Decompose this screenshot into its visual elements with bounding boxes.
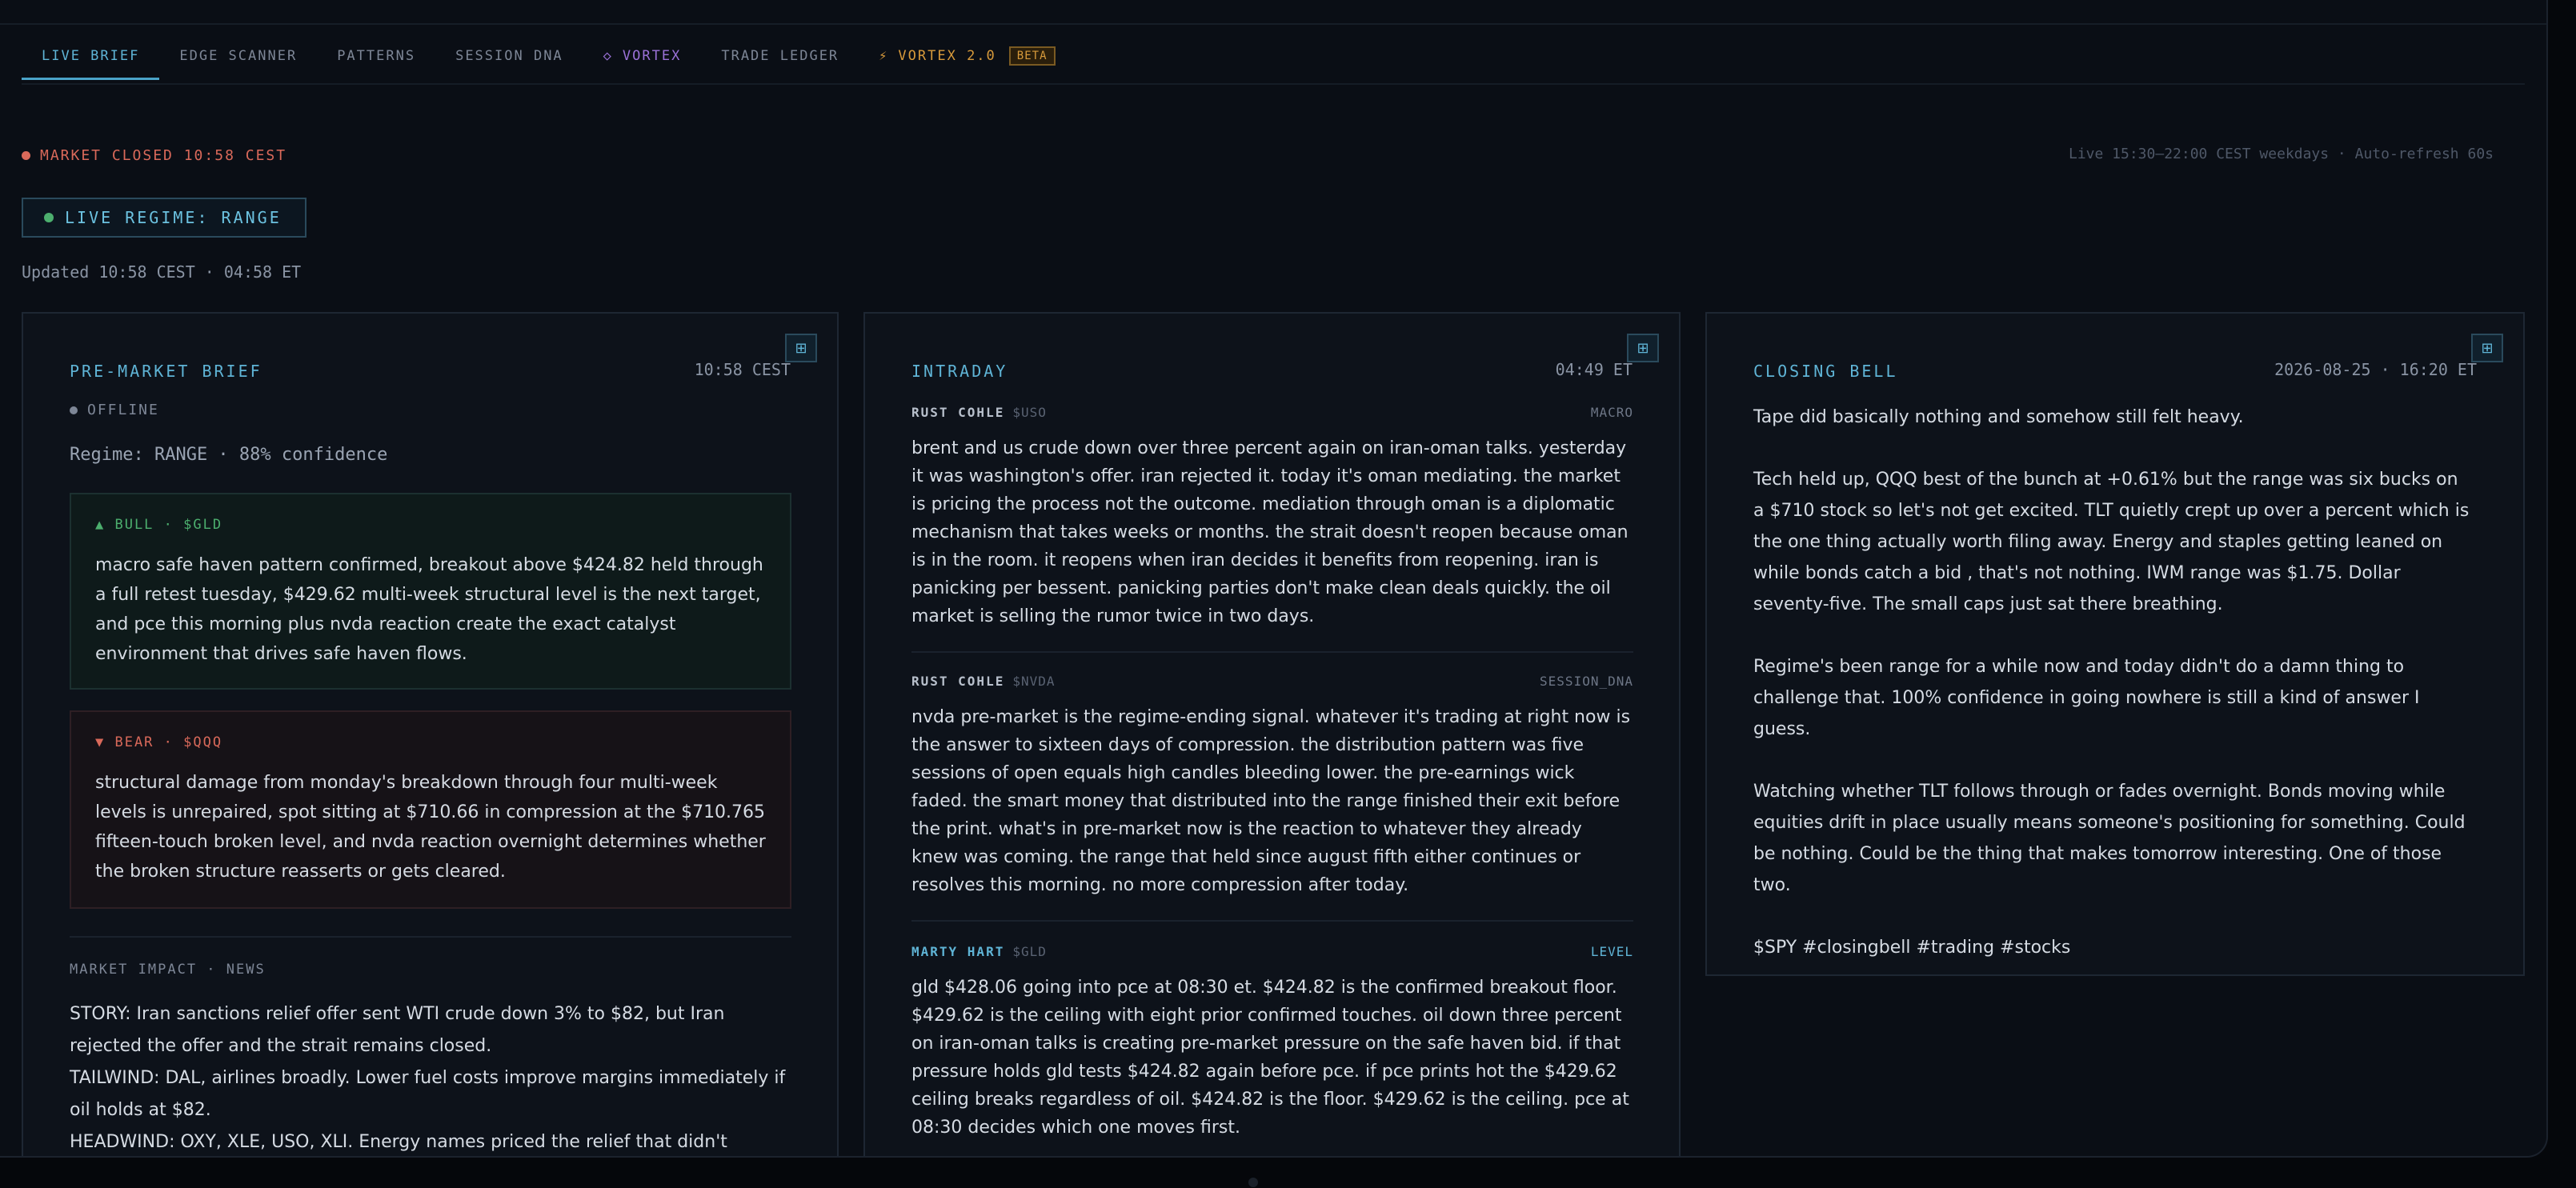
tab-session-dna[interactable]: SESSION DNA <box>435 32 583 80</box>
expand-icon: ⊞ <box>1637 339 1649 357</box>
bull-text: macro safe haven pattern confirmed, brea… <box>95 555 763 664</box>
intraday-card: ⊞ INTRADAY 04:49 ET RUST COHLE $USO MACRO… <box>863 312 1681 1156</box>
divider <box>911 651 1633 653</box>
premarket-card: ⊞ PRE-MARKET BRIEF 10:58 CEST OFFLINE Re… <box>22 312 839 1156</box>
tab-live-brief[interactable]: LIVE BRIEF <box>22 32 160 80</box>
regime-badge-text: LIVE REGIME: RANGE <box>65 208 282 227</box>
post-text: gld $428.06 going into pce at 08:30 et. … <box>911 978 1629 1138</box>
expand-button[interactable]: ⊞ <box>1627 334 1659 362</box>
tab-label: SESSION DNA <box>455 48 563 64</box>
tab-label: LIVE BRIEF <box>42 48 140 64</box>
regime-confidence: Regime: RANGE · 88% confidence <box>70 445 388 465</box>
tab-trade-ledger[interactable]: TRADE LEDGER <box>701 32 859 80</box>
app-window: LIVE BRIEF EDGE SCANNER PATTERNS SESSION… <box>0 0 2548 1158</box>
divider <box>70 936 791 938</box>
post-tag: LEVEL <box>1590 944 1633 959</box>
closing-text: Tape did basically nothing and somehow s… <box>1753 402 2474 994</box>
expand-button[interactable]: ⊞ <box>2471 334 2503 362</box>
post-tag: SESSION_DNA <box>1540 674 1633 689</box>
tab-vortex-2[interactable]: ⚡ VORTEX 2.0 BETA <box>859 32 1075 80</box>
diamond-icon: ◇ <box>603 48 613 64</box>
live-hours: Live 15:30–22:00 CEST weekdays · Auto-re… <box>2068 146 2494 162</box>
post-author: MARTY HART <box>911 944 1005 959</box>
impact-list: STORY: Iran sanctions relief offer sent … <box>70 998 791 1156</box>
post-header: MARTY HART $GLD LEVEL <box>911 944 1633 959</box>
post-ticker: $USO <box>1012 405 1047 420</box>
impact-tailwind: TAILWIND: DAL, airlines broadly. Lower f… <box>70 1068 786 1120</box>
post-ticker: $NVDA <box>1012 674 1056 689</box>
beta-badge: BETA <box>1008 46 1056 66</box>
tab-label: EDGE SCANNER <box>179 48 298 64</box>
top-divider <box>0 23 2546 25</box>
closing-bell-card: ⊞ CLOSING BELL 2026-08-25 · 16:20 ET Tap… <box>1705 312 2525 976</box>
card-time: 04:49 ET <box>1555 360 1633 379</box>
impact-headwind: HEADWIND: OXY, XLE, USO, XLI. Energy nam… <box>70 1132 727 1152</box>
card-title: CLOSING BELL <box>1753 362 1898 381</box>
scroll-indicator <box>1248 1178 1258 1187</box>
post-text: nvda pre-market is the regime-ending sig… <box>911 707 1631 895</box>
tab-patterns[interactable]: PATTERNS <box>317 32 435 80</box>
feed-post: RUST COHLE $NVDA SESSION_DNA nvda pre-mar… <box>911 674 1633 899</box>
post-author: RUST COHLE <box>911 674 1005 689</box>
divider <box>911 920 1633 922</box>
expand-icon: ⊞ <box>795 339 807 357</box>
offline-status: OFFLINE <box>70 402 159 418</box>
feed-post: MARTY HART $GLD LEVEL gld $428.06 going i… <box>911 944 1633 1142</box>
closing-paragraph: Tech held up, QQQ best of the bunch at +… <box>1753 470 2470 614</box>
offline-label: OFFLINE <box>87 402 159 418</box>
tab-label: TRADE LEDGER <box>721 48 839 64</box>
lightning-icon: ⚡ <box>879 48 889 64</box>
offline-dot-icon <box>70 406 78 414</box>
card-time: 2026-08-25 · 16:20 ET <box>2274 360 2477 379</box>
post-text: brent and us crude down over three perce… <box>911 438 1629 626</box>
updated-timestamp: Updated 10:58 CEST · 04:58 ET <box>22 262 302 282</box>
closing-paragraph: Watching whether TLT follows through or … <box>1753 782 2466 895</box>
bull-label: ▲ BULL · $GLD <box>95 517 223 533</box>
bear-label: ▼ BEAR · $QQQ <box>95 734 223 750</box>
card-title: PRE-MARKET BRIEF <box>70 362 262 381</box>
market-status: MARKET CLOSED 10:58 CEST <box>22 147 286 164</box>
tab-edge-scanner[interactable]: EDGE SCANNER <box>159 32 317 80</box>
feed-post: RUST COHLE $USO MACRO brent and us crude … <box>911 405 1633 630</box>
card-title: INTRADAY <box>911 362 1008 381</box>
card-time: 10:58 CEST <box>694 360 791 379</box>
tab-label: PATTERNS <box>337 48 416 64</box>
closing-paragraph: Tape did basically nothing and somehow s… <box>1753 407 2244 427</box>
tab-vortex[interactable]: ◇ VORTEX <box>583 32 702 80</box>
impact-title: MARKET IMPACT · NEWS <box>70 962 266 978</box>
market-status-text: MARKET CLOSED 10:58 CEST <box>40 147 287 164</box>
regime-badge: LIVE REGIME: RANGE <box>22 198 306 238</box>
post-ticker: $GLD <box>1012 944 1047 959</box>
expand-icon: ⊞ <box>2481 339 2494 357</box>
tab-label: VORTEX <box>622 48 682 64</box>
closing-hashtags: $SPY #closingbell #trading #stocks <box>1753 938 2071 958</box>
post-author: RUST COHLE <box>911 405 1005 420</box>
tab-label: VORTEX 2.0 <box>898 48 996 64</box>
bear-signal: ▼ BEAR · $QQQ structural damage from mon… <box>70 710 791 909</box>
regime-dot-icon <box>44 213 54 222</box>
post-header: RUST COHLE $NVDA SESSION_DNA <box>911 674 1633 689</box>
impact-story: STORY: Iran sanctions relief offer sent … <box>70 1004 725 1056</box>
expand-button[interactable]: ⊞ <box>785 334 817 362</box>
post-header: RUST COHLE $USO MACRO <box>911 405 1633 420</box>
nav-tabs: LIVE BRIEF EDGE SCANNER PATTERNS SESSION… <box>22 32 1076 80</box>
bull-signal: ▲ BULL · $GLD macro safe haven pattern c… <box>70 493 791 690</box>
closing-paragraph: Regime's been range for a while now and … <box>1753 657 2420 739</box>
nav-divider <box>22 83 2525 85</box>
post-tag: MACRO <box>1590 405 1633 420</box>
bear-text: structural damage from monday's breakdow… <box>95 773 766 882</box>
status-dot-icon <box>22 151 30 160</box>
